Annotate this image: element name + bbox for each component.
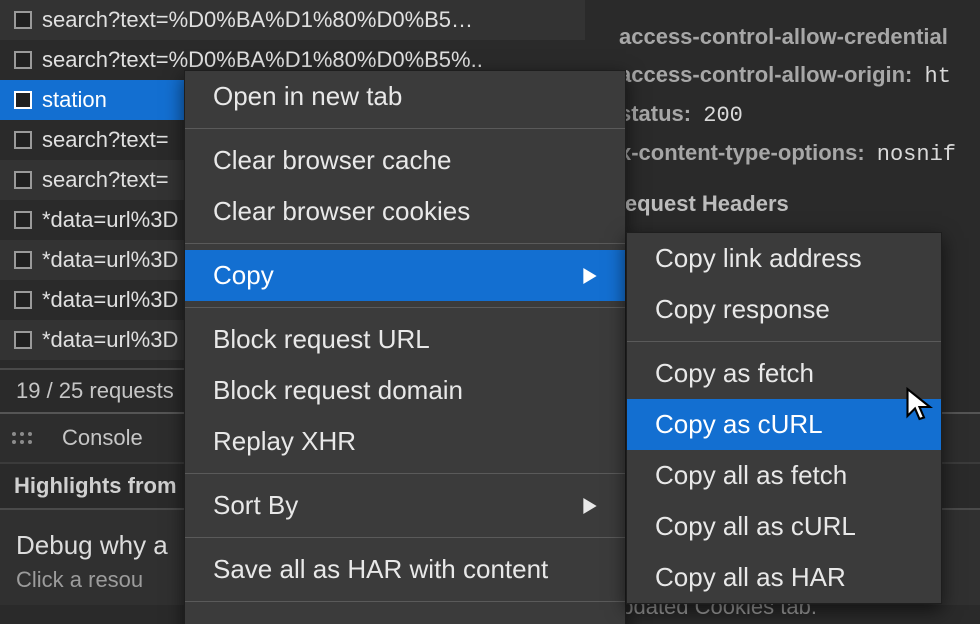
request-label: station [42, 87, 107, 113]
menu-separator [185, 128, 625, 129]
checkbox-icon[interactable] [14, 291, 32, 309]
checkbox-icon[interactable] [14, 11, 32, 29]
checkbox-icon[interactable] [14, 131, 32, 149]
submenu-item-copy-link[interactable]: Copy link address [627, 233, 941, 284]
header-row: access-control-allow-credential [585, 18, 980, 56]
drag-handle-icon[interactable] [0, 432, 44, 444]
header-row: access-control-allow-origin: ht [585, 56, 980, 95]
checkbox-icon[interactable] [14, 51, 32, 69]
menu-separator [185, 243, 625, 244]
menu-separator [185, 601, 625, 602]
menu-item-open-new-tab[interactable]: Open in new tab [185, 71, 625, 122]
menu-separator [185, 537, 625, 538]
menu-separator [185, 307, 625, 308]
request-row[interactable]: search?text=%D0%BA%D1%80%D0%B5… [0, 0, 585, 40]
request-label: *data=url%3D [42, 207, 178, 233]
request-label: search?text= [42, 127, 169, 153]
checkbox-icon[interactable] [14, 331, 32, 349]
menu-item-copy-ru[interactable]: Копировать [185, 608, 625, 624]
submenu-arrow-icon [583, 498, 597, 514]
header-row: status: 200 [585, 95, 980, 134]
highlights-label: Highlights from [14, 473, 177, 499]
request-summary-text: 19 / 25 requests [16, 378, 174, 404]
menu-item-block-domain[interactable]: Block request domain [185, 365, 625, 416]
section-request-headers[interactable]: Request Headers [585, 173, 980, 225]
submenu-item-copy-all-har[interactable]: Copy all as HAR [627, 552, 941, 603]
menu-separator [185, 473, 625, 474]
checkbox-icon[interactable] [14, 171, 32, 189]
menu-separator [627, 341, 941, 342]
menu-item-block-url[interactable]: Block request URL [185, 314, 625, 365]
request-label: search?text= [42, 167, 169, 193]
menu-item-copy[interactable]: Copy [185, 250, 625, 301]
menu-item-replay-xhr[interactable]: Replay XHR [185, 416, 625, 467]
submenu-item-copy-curl[interactable]: Copy as cURL [627, 399, 941, 450]
header-value: ht [925, 64, 951, 89]
menu-item-save-har[interactable]: Save all as HAR with content [185, 544, 625, 595]
submenu-item-copy-fetch[interactable]: Copy as fetch [627, 348, 941, 399]
submenu-arrow-icon [583, 268, 597, 284]
header-key: x-content-type-options: [619, 140, 865, 165]
header-row: x-content-type-options: nosnif [585, 134, 980, 173]
request-label: *data=url%3D [42, 247, 178, 273]
submenu-item-copy-all-curl[interactable]: Copy all as cURL [627, 501, 941, 552]
header-value: 200 [703, 103, 743, 128]
checkbox-icon[interactable] [14, 91, 32, 109]
header-key: status: [619, 101, 691, 126]
mouse-cursor-icon [903, 386, 939, 422]
request-label: search?text=%D0%BA%D1%80%D0%B5… [42, 7, 473, 33]
checkbox-icon[interactable] [14, 251, 32, 269]
devtools-window: search?text=%D0%BA%D1%80%D0%B5… search?t… [0, 0, 980, 624]
header-value: nosnif [877, 142, 956, 167]
menu-item-clear-cookies[interactable]: Clear browser cookies [185, 186, 625, 237]
request-label: *data=url%3D [42, 287, 178, 313]
headers-panel: access-control-allow-credential access-c… [585, 0, 980, 225]
submenu-item-copy-all-fetch[interactable]: Copy all as fetch [627, 450, 941, 501]
tab-console[interactable]: Console [44, 425, 161, 451]
request-label: *data=url%3D [42, 327, 178, 353]
submenu-item-copy-response[interactable]: Copy response [627, 284, 941, 335]
menu-item-clear-cache[interactable]: Clear browser cache [185, 135, 625, 186]
checkbox-icon[interactable] [14, 211, 32, 229]
context-submenu-copy: Copy link address Copy response Copy as … [626, 232, 942, 604]
header-key: access-control-allow-origin: [619, 62, 912, 87]
header-key: access-control-allow-credential [619, 24, 948, 49]
menu-item-sort-by[interactable]: Sort By [185, 480, 625, 531]
context-menu: Open in new tab Clear browser cache Clea… [184, 70, 626, 624]
